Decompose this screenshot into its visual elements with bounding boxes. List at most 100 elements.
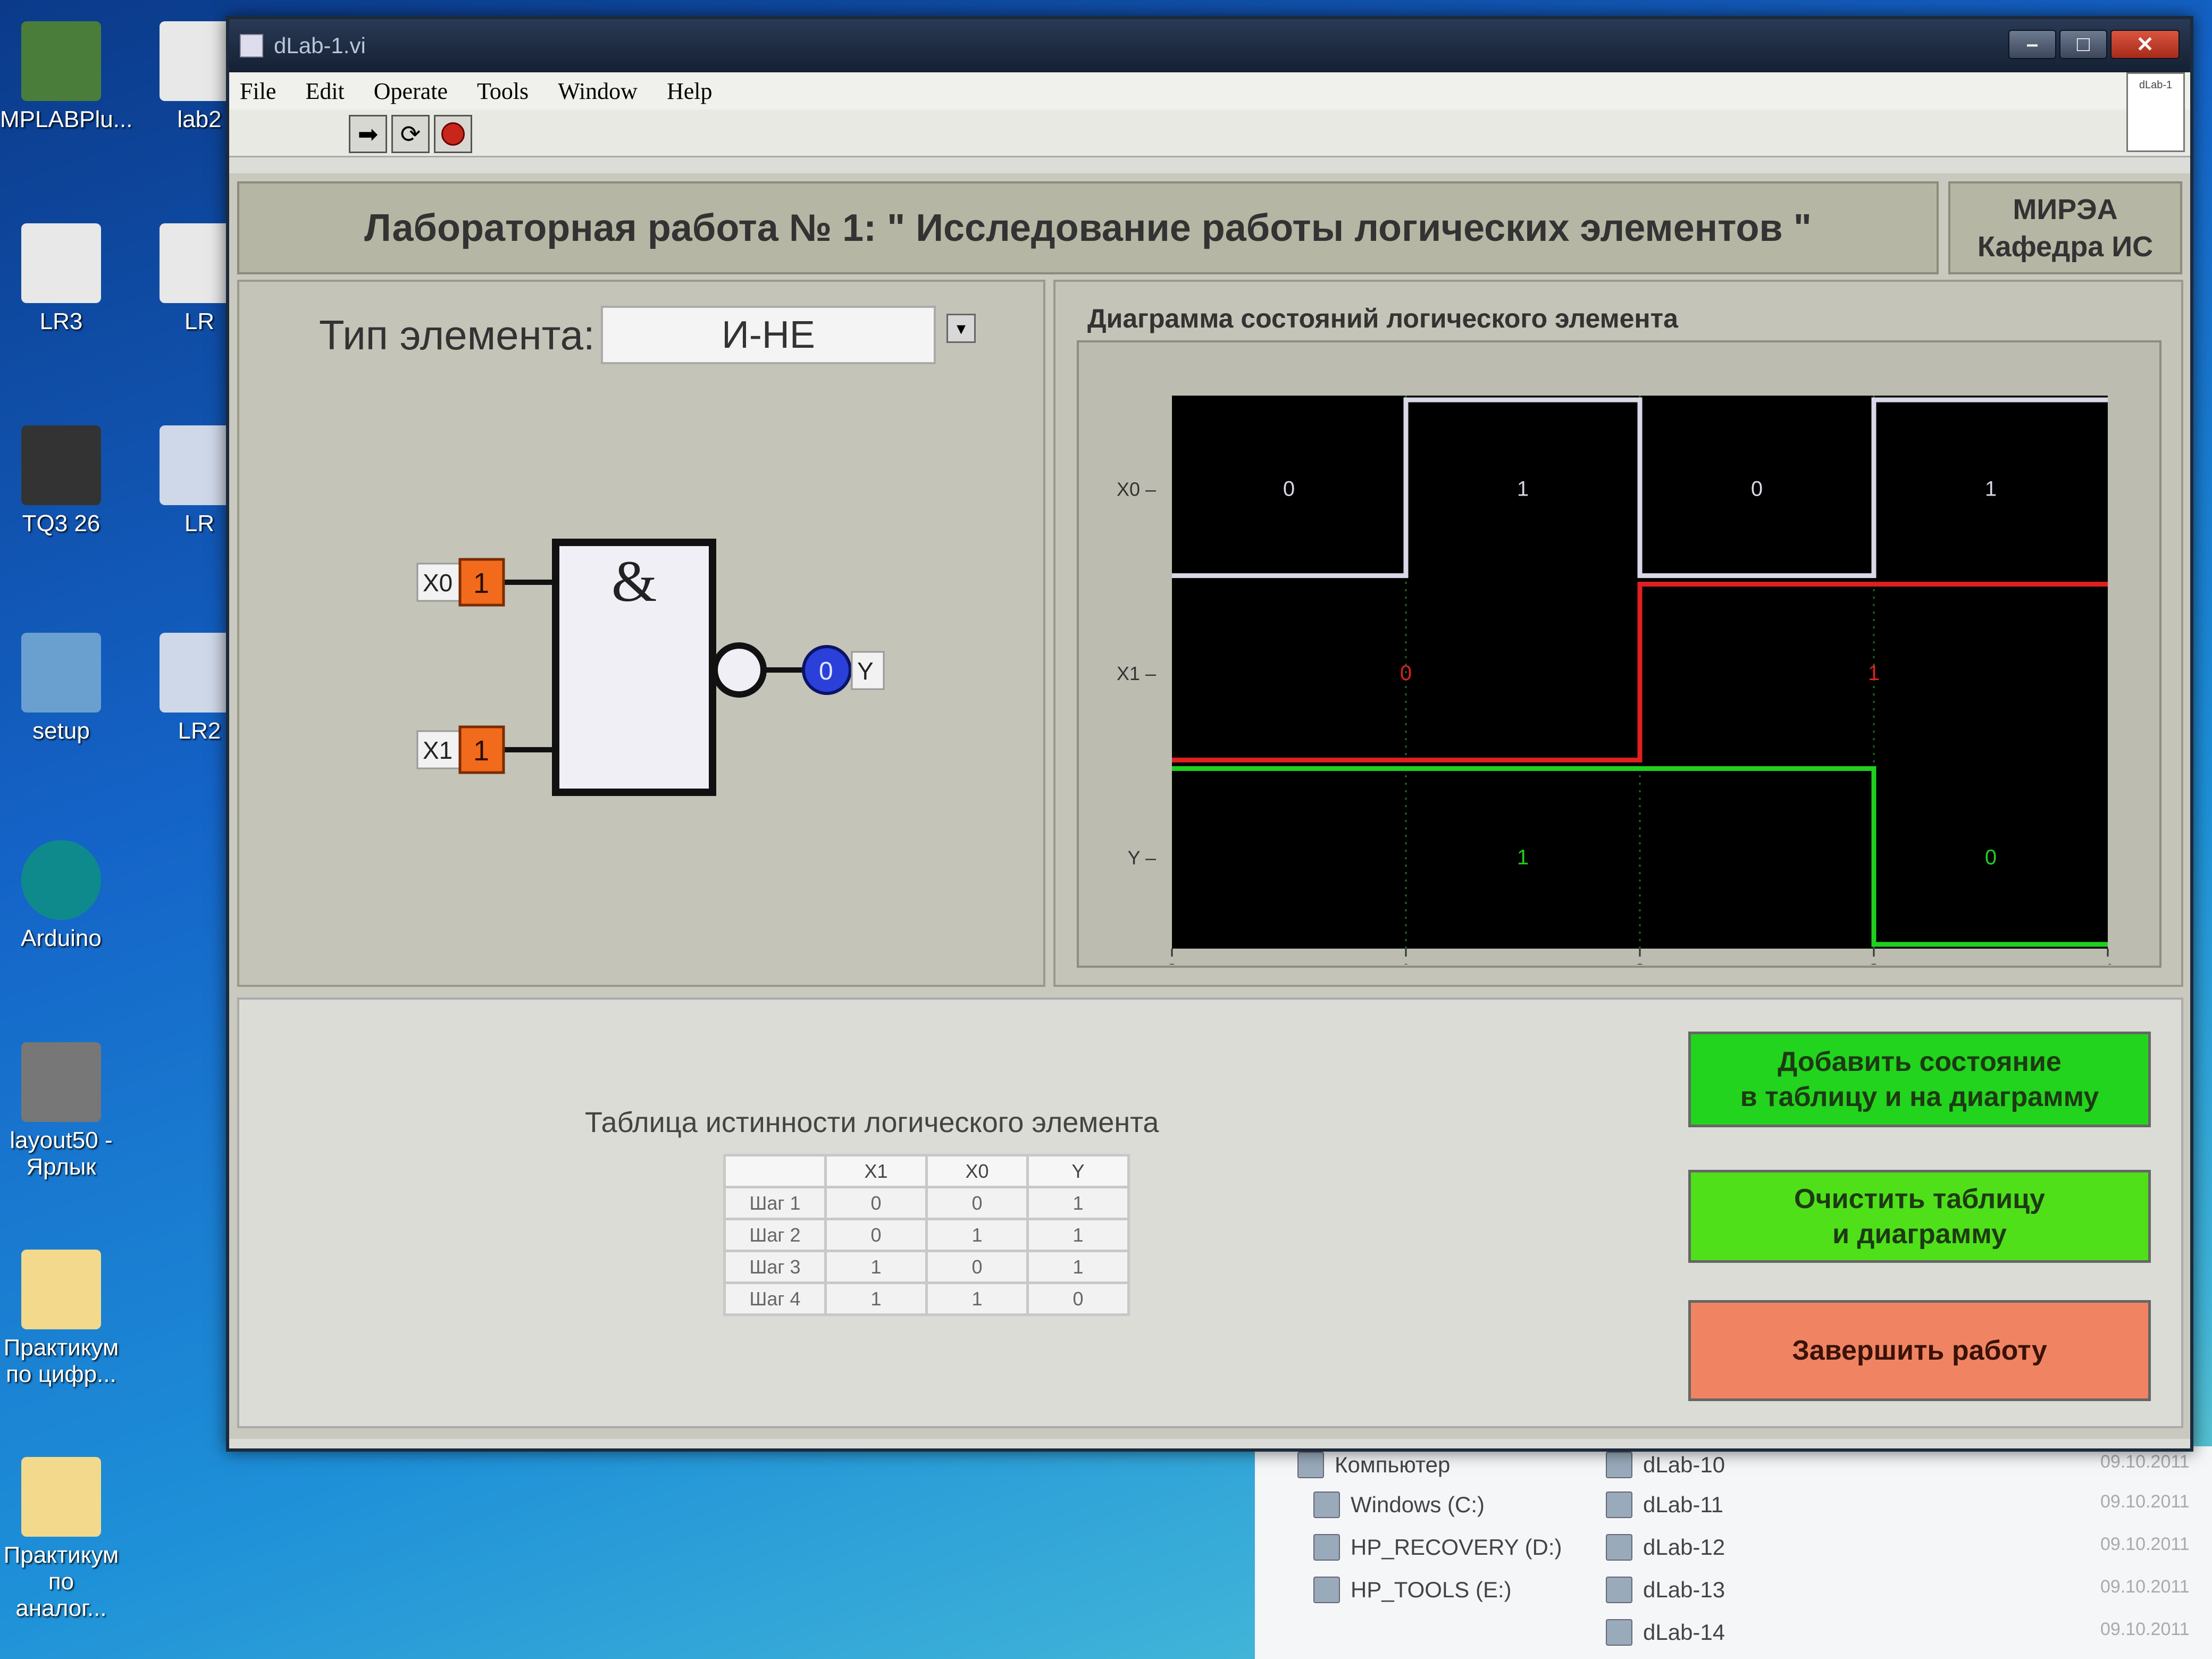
file-item[interactable]: dLab-10 (1606, 1452, 1725, 1478)
menu-file[interactable]: File (240, 78, 276, 105)
clear-line1: Очистить таблицу (1794, 1183, 2045, 1214)
menu-help[interactable]: Help (667, 78, 713, 105)
file-date: 09.10.2011 (2100, 1534, 2190, 1554)
table-row: Шаг 3 1 0 1 (723, 1250, 1130, 1284)
element-type-label: Тип элемента: (319, 312, 595, 358)
file-item[interactable]: dLab-14 (1606, 1619, 1725, 1646)
arduino-icon (21, 840, 101, 920)
tree-item-label: Windows (C:) (1351, 1492, 1485, 1517)
desktop-icon[interactable]: Arduino (0, 840, 122, 952)
output-value: 0 (819, 657, 833, 685)
close-button[interactable]: ✕ (2110, 30, 2180, 59)
minimize-button[interactable]: – (2008, 30, 2056, 59)
desktop-icon-label: setup (32, 718, 90, 744)
file-name: dLab-13 (1643, 1577, 1725, 1602)
desktop-icon[interactable]: layout50 - Ярлык (0, 1042, 122, 1180)
desktop-icon-label: layout50 - Ярлык (10, 1127, 113, 1180)
drive-icon (1313, 1492, 1340, 1518)
element-type-select[interactable]: И-НЕ (601, 306, 936, 364)
chart-title: Диаграмма состояний логического элемента (1087, 304, 1678, 333)
dropdown-arrow-icon[interactable]: ▾ (946, 314, 976, 343)
add-state-line2: в таблицу и на диаграмму (1740, 1082, 2099, 1112)
x-tick-label: 4 (2102, 960, 2113, 965)
file-item[interactable]: dLab-11 (1606, 1492, 1723, 1518)
front-panel: Лабораторная работа № 1: " Исследование … (229, 173, 2190, 1439)
desktop-icon[interactable]: Практикум по аналог... (0, 1457, 122, 1622)
chart-frame: X0 – 0 1 0 1 X1 – 0 1 Y – 1 0 0 1 2 3 4 (1077, 340, 2161, 983)
gate-symbol: & (611, 549, 657, 614)
abort-icon[interactable] (434, 115, 472, 153)
tree-item-drive-d[interactable]: HP_RECOVERY (D:) (1313, 1534, 1562, 1561)
run-continuously-icon[interactable]: ⟳ (391, 115, 430, 153)
data-label: 1 (1868, 661, 1880, 685)
vi-file-icon (1606, 1492, 1632, 1518)
file-date: 09.10.2011 (2100, 1492, 2190, 1512)
tree-item-computer[interactable]: Компьютер (1297, 1452, 1450, 1478)
data-label: 0 (1400, 661, 1412, 685)
labview-window: dLab-1.vi – □ ✕ File Edit Operate Tools … (226, 16, 2193, 1452)
x0-label: X0 (423, 569, 453, 597)
lab-title: Лабораторная работа № 1: " Исследование … (237, 181, 1939, 274)
table-cell: 0 (925, 1250, 1029, 1284)
column-header: Y (1026, 1154, 1130, 1188)
desktop-icon-label: Arduino (21, 925, 102, 951)
truth-table-title: Таблица истинности логического элемента (585, 1107, 1159, 1138)
column-header: X0 (925, 1154, 1029, 1188)
x-tick-label: 0 (1166, 960, 1177, 965)
data-label: 0 (1751, 477, 1763, 500)
desktop-icon-label: TQ3 26 (22, 510, 100, 537)
run-arrow-icon[interactable]: ➡ (349, 115, 387, 153)
tree-item-label: HP_RECOVERY (D:) (1351, 1535, 1562, 1560)
column-header: X1 (824, 1154, 928, 1188)
table-row: Шаг 4 1 1 0 (723, 1281, 1130, 1316)
menu-tools[interactable]: Tools (477, 78, 529, 105)
table-cell: Шаг 4 (723, 1281, 827, 1316)
title-bar[interactable]: dLab-1.vi – □ ✕ (229, 19, 2190, 72)
finish-label: Завершить работу (1792, 1335, 2047, 1366)
vi-file-icon (1606, 1619, 1632, 1646)
tree-item-drive-e[interactable]: HP_TOOLS (E:) (1313, 1577, 1512, 1603)
table-cell: 1 (1026, 1186, 1130, 1220)
setup-icon (21, 633, 101, 713)
y-tick-label: X0 – (1117, 478, 1156, 500)
organization-label: МИРЭА Кафедра ИС (1948, 181, 2182, 274)
file-item[interactable]: dLab-13 (1606, 1577, 1725, 1603)
gate-diagram: & X0 1 X1 1 0 Y (416, 539, 885, 796)
maximize-button[interactable]: □ (2059, 30, 2107, 59)
file-name: dLab-10 (1643, 1452, 1725, 1477)
y-tick-label: X1 – (1117, 663, 1156, 684)
folder-icon (21, 1250, 101, 1329)
desktop-icon[interactable]: setup (0, 633, 122, 744)
vi-file-icon (1606, 1577, 1632, 1603)
tree-item-drive-c[interactable]: Windows (C:) (1313, 1492, 1485, 1518)
menu-window[interactable]: Window (558, 78, 638, 105)
gate-panel: Тип элемента: И-НЕ ▾ & X0 1 X1 1 0 Y (237, 280, 1045, 987)
org-name: МИРЭА (2013, 193, 2118, 225)
file-date: 09.10.2011 (2100, 1619, 2190, 1639)
folder-icon (21, 1457, 101, 1537)
finish-button[interactable]: Завершить работу (1688, 1300, 2151, 1401)
file-icon (21, 223, 101, 303)
window-title: dLab-1.vi (274, 33, 366, 58)
desktop-icon[interactable]: LR3 (0, 223, 122, 335)
desktop-icon[interactable]: TQ3 26 (0, 425, 122, 537)
x1-value: 1 (473, 735, 489, 767)
x1-label: X1 (423, 736, 453, 764)
file-date: 09.10.2011 (2100, 1577, 2190, 1597)
menu-edit[interactable]: Edit (305, 78, 344, 105)
desktop-icon[interactable]: MPLABPlu... (0, 21, 132, 133)
table-cell: 1 (824, 1281, 928, 1316)
add-state-button[interactable]: Добавить состояние в таблицу и на диагра… (1688, 1032, 2151, 1127)
clear-button[interactable]: Очистить таблицу и диаграмму (1688, 1170, 2151, 1263)
table-row: Шаг 2 0 1 1 (723, 1218, 1130, 1252)
x-tick-label: 3 (1868, 960, 1879, 965)
column-header (723, 1154, 827, 1188)
file-item[interactable]: dLab-12 (1606, 1534, 1725, 1561)
tree-item-label: Компьютер (1335, 1452, 1451, 1477)
table-header-row: X1 X0 Y (723, 1154, 1130, 1188)
desktop-icon[interactable]: Практикум по цифр... (0, 1250, 122, 1388)
org-department: Кафедра ИС (1977, 230, 2154, 263)
drive-icon (1313, 1534, 1340, 1561)
menu-operate[interactable]: Operate (374, 78, 448, 105)
file-name: dLab-12 (1643, 1535, 1725, 1560)
